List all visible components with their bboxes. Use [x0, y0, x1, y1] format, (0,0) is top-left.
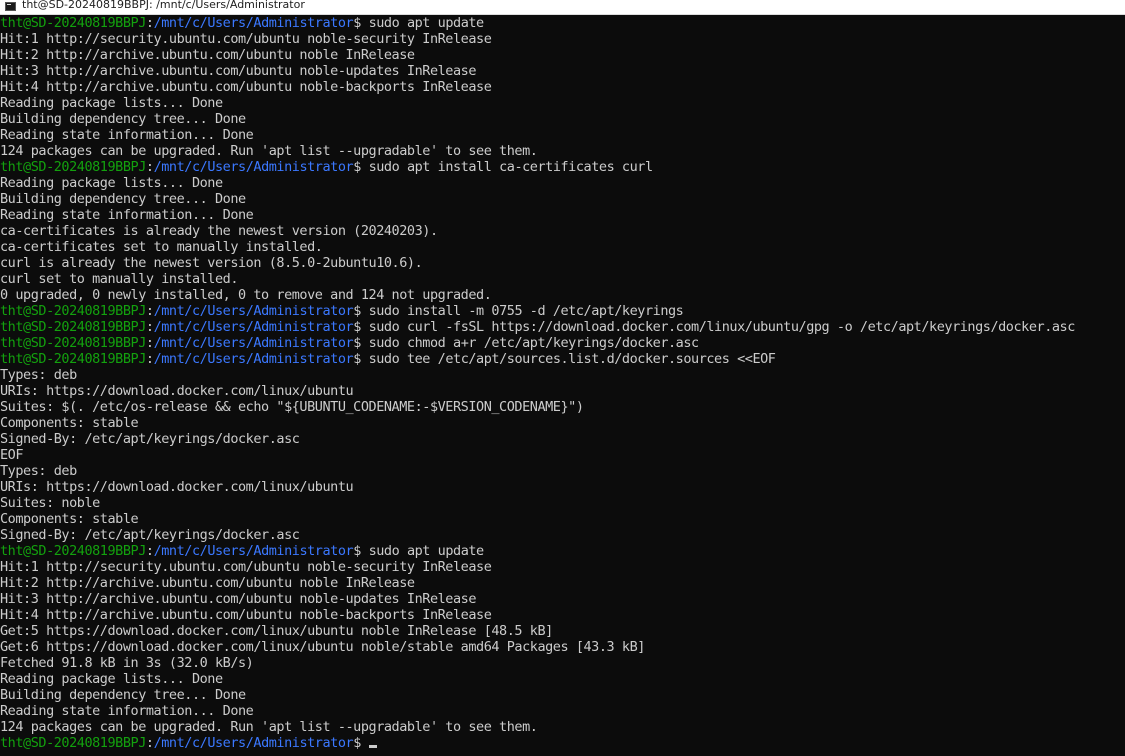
prompt-path: /mnt/c/Users/Administrator — [153, 735, 354, 751]
prompt-path: /mnt/c/Users/Administrator — [153, 159, 354, 175]
output-line: Building dependency tree... Done — [0, 111, 246, 127]
command-text: sudo apt install ca-certificates curl — [368, 159, 654, 175]
output-line: ca-certificates is already the newest ve… — [0, 223, 438, 239]
output-line: Hit:1 http://security.ubuntu.com/ubuntu … — [0, 31, 492, 47]
prompt-user-host: tht@SD-20240819BBPJ — [0, 15, 146, 31]
output-line: Reading state information... Done — [0, 207, 254, 223]
output-line: Components: stable — [0, 415, 139, 431]
output-line: Reading state information... Done — [0, 703, 254, 719]
output-line: Hit:4 http://archive.ubuntu.com/ubuntu n… — [0, 607, 492, 623]
output-line: Reading package lists... Done — [0, 175, 223, 191]
output-line: Components: stable — [0, 511, 139, 527]
prompt-line: tht@SD-20240819BBPJ:/mnt/c/Users/Adminis… — [0, 335, 700, 351]
output-line: curl set to manually installed. — [0, 271, 239, 287]
output-line: Hit:1 http://security.ubuntu.com/ubuntu … — [0, 559, 492, 575]
command-text: sudo chmod a+r /etc/apt/keyrings/docker.… — [368, 335, 700, 351]
output-line: Hit:3 http://archive.ubuntu.com/ubuntu n… — [0, 591, 477, 607]
output-line: Suites: noble — [0, 495, 100, 511]
output-line: Get:6 https://download.docker.com/linux/… — [0, 639, 645, 655]
output-line: URIs: https://download.docker.com/linux/… — [0, 383, 354, 399]
output-line: Hit:4 http://archive.ubuntu.com/ubuntu n… — [0, 79, 492, 95]
output-line: Hit:2 http://archive.ubuntu.com/ubuntu n… — [0, 47, 415, 63]
prompt-line: tht@SD-20240819BBPJ:/mnt/c/Users/Adminis… — [0, 735, 1125, 751]
prompt-user-host: tht@SD-20240819BBPJ — [0, 351, 146, 367]
terminal-output[interactable]: tht@SD-20240819BBPJ:/mnt/c/Users/Adminis… — [0, 15, 1125, 756]
output-line: Hit:2 http://archive.ubuntu.com/ubuntu n… — [0, 575, 415, 591]
window-title: tht@SD-20240819BBPJ: /mnt/c/Users/Admini… — [22, 0, 305, 11]
command-text: sudo curl -fsSL https://download.docker.… — [368, 319, 1076, 335]
output-line: Get:5 https://download.docker.com/linux/… — [0, 623, 553, 639]
title-bar[interactable]: tht@SD-20240819BBPJ: /mnt/c/Users/Admini… — [0, 0, 1125, 15]
prompt-user-host: tht@SD-20240819BBPJ — [0, 543, 146, 559]
output-line: Suites: $(. /etc/os-release && echo "${U… — [0, 399, 584, 415]
output-line: 0 upgraded, 0 newly installed, 0 to remo… — [0, 287, 492, 303]
output-line: Signed-By: /etc/apt/keyrings/docker.asc — [0, 527, 300, 543]
text-cursor[interactable] — [368, 745, 377, 748]
prompt-user-host: tht@SD-20240819BBPJ — [0, 335, 146, 351]
prompt-path: /mnt/c/Users/Administrator — [153, 319, 354, 335]
prompt-path: /mnt/c/Users/Administrator — [153, 351, 354, 367]
output-line: URIs: https://download.docker.com/linux/… — [0, 479, 354, 495]
output-line: Types: deb — [0, 463, 77, 479]
output-line: Signed-By: /etc/apt/keyrings/docker.asc — [0, 431, 300, 447]
prompt-user-host: tht@SD-20240819BBPJ — [0, 159, 146, 175]
output-line: Fetched 91.8 kB in 3s (32.0 kB/s) — [0, 655, 254, 671]
prompt-path: /mnt/c/Users/Administrator — [153, 543, 354, 559]
prompt-line: tht@SD-20240819BBPJ:/mnt/c/Users/Adminis… — [0, 543, 485, 559]
prompt-line: tht@SD-20240819BBPJ:/mnt/c/Users/Adminis… — [0, 159, 654, 175]
terminal-icon — [5, 2, 16, 11]
output-line: Hit:3 http://archive.ubuntu.com/ubuntu n… — [0, 63, 477, 79]
prompt-user-host: tht@SD-20240819BBPJ — [0, 319, 146, 335]
prompt-path: /mnt/c/Users/Administrator — [153, 15, 354, 31]
output-line: Reading package lists... Done — [0, 671, 223, 687]
prompt-line: tht@SD-20240819BBPJ:/mnt/c/Users/Adminis… — [0, 303, 684, 319]
output-line: Reading package lists... Done — [0, 95, 223, 111]
prompt-line: tht@SD-20240819BBPJ:/mnt/c/Users/Adminis… — [0, 15, 485, 31]
command-text: sudo install -m 0755 -d /etc/apt/keyring… — [368, 303, 684, 319]
output-line: ca-certificates set to manually installe… — [0, 239, 323, 255]
output-line: Reading state information... Done — [0, 127, 254, 143]
output-line: Building dependency tree... Done — [0, 191, 246, 207]
command-text: sudo tee /etc/apt/sources.list.d/docker.… — [368, 351, 776, 367]
output-line: 124 packages can be upgraded. Run 'apt l… — [0, 143, 538, 159]
prompt-path: /mnt/c/Users/Administrator — [153, 303, 354, 319]
command-text: sudo apt update — [368, 15, 485, 31]
prompt-user-host: tht@SD-20240819BBPJ — [0, 735, 146, 751]
output-line: Building dependency tree... Done — [0, 687, 246, 703]
output-line: 124 packages can be upgraded. Run 'apt l… — [0, 719, 538, 735]
output-line: curl is already the newest version (8.5.… — [0, 255, 423, 271]
prompt-line: tht@SD-20240819BBPJ:/mnt/c/Users/Adminis… — [0, 319, 1076, 335]
output-line: Types: deb — [0, 367, 77, 383]
output-line: EOF — [0, 447, 24, 463]
prompt-line: tht@SD-20240819BBPJ:/mnt/c/Users/Adminis… — [0, 351, 776, 367]
terminal-window: tht@SD-20240819BBPJ: /mnt/c/Users/Admini… — [0, 0, 1125, 756]
prompt-path: /mnt/c/Users/Administrator — [153, 335, 354, 351]
command-text: sudo apt update — [368, 543, 485, 559]
prompt-user-host: tht@SD-20240819BBPJ — [0, 303, 146, 319]
